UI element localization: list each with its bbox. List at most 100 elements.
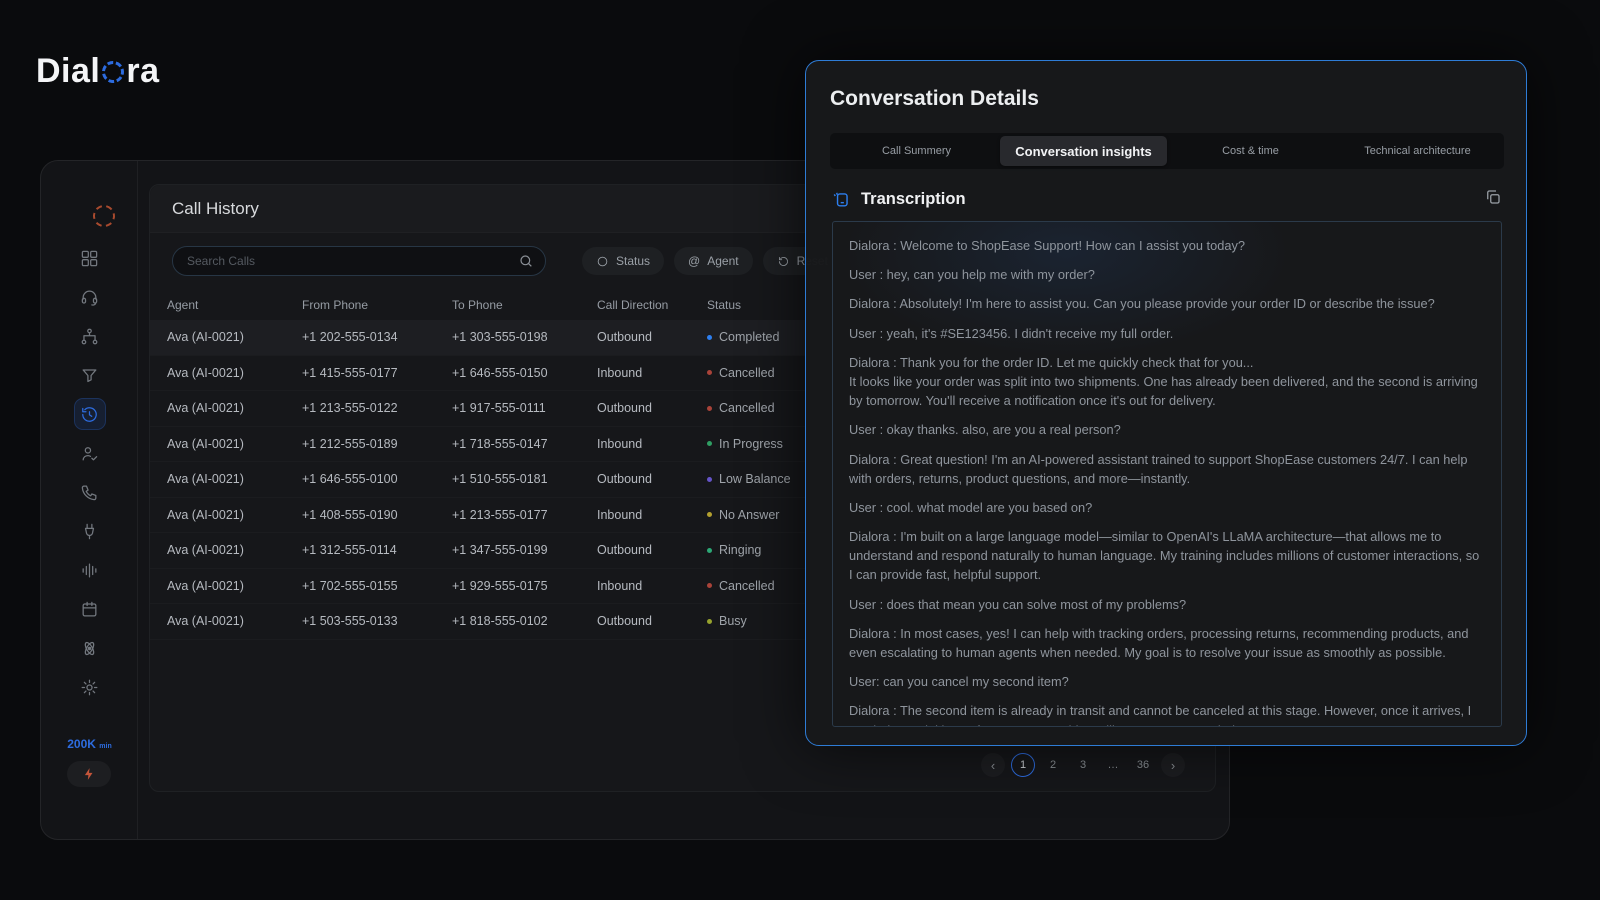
atom-icon — [80, 639, 99, 658]
modal-tabbar: Call SummeryConversation insightsCost & … — [830, 133, 1504, 169]
sidebar-item-funnel[interactable] — [75, 360, 105, 390]
transcription-header: Transcription — [832, 187, 1502, 211]
status-icon — [596, 255, 609, 268]
sidebar-item-waveform[interactable] — [75, 555, 105, 585]
pagination-ellipsis[interactable]: … — [1101, 753, 1125, 777]
status-label: No Answer — [719, 508, 779, 522]
pagination-page-36[interactable]: 36 — [1131, 753, 1155, 777]
agent-cell: Ava (AI-0021) — [167, 401, 302, 415]
plug-icon — [80, 522, 99, 541]
assistant-message: Dialora : In most cases, yes! I can help… — [849, 624, 1485, 662]
direction-cell: Inbound — [597, 508, 707, 522]
agent-cell: Ava (AI-0021) — [167, 579, 302, 593]
sidebar-item-history[interactable] — [75, 399, 105, 429]
minutes-unit: min — [99, 743, 111, 750]
to-cell: +1 347-555-0199 — [452, 543, 597, 557]
assistant-message: Dialora : Thank you for the order ID. Le… — [849, 353, 1485, 411]
status-label: Completed — [719, 330, 779, 344]
status-dot-icon — [707, 512, 712, 517]
status-dot-icon — [707, 583, 712, 588]
to-cell: +1 213-555-0177 — [452, 508, 597, 522]
tab-technical-architecture[interactable]: Technical architecture — [1334, 136, 1501, 166]
assistant-message: Dialora : I'm built on a large language … — [849, 527, 1485, 585]
copy-icon[interactable] — [1484, 188, 1502, 206]
direction-cell: Outbound — [597, 330, 707, 344]
from-cell: +1 415-555-0177 — [302, 366, 452, 380]
minutes-value: 200K — [67, 737, 96, 751]
status-label: Ringing — [719, 543, 761, 557]
pagination-next-button[interactable]: › — [1161, 753, 1185, 777]
agent-filter-chip[interactable]: @Agent — [674, 247, 753, 275]
user-message: User : hey, can you help me with my orde… — [849, 265, 1485, 284]
assistant-message: Dialora : Welcome to ShopEase Support! H… — [849, 236, 1485, 255]
status-dot-icon — [707, 335, 712, 340]
sidebar-item-phone[interactable] — [75, 477, 105, 507]
sidebar-item-gear[interactable] — [75, 672, 105, 702]
user-message: User : okay thanks. also, are you a real… — [849, 420, 1485, 439]
user-message: User : does that mean you can solve most… — [849, 595, 1485, 614]
sidebar-item-hierarchy[interactable] — [75, 321, 105, 351]
status-label: Cancelled — [719, 579, 775, 593]
pagination-page-3[interactable]: 3 — [1071, 753, 1095, 777]
search-input[interactable] — [172, 246, 546, 276]
sidebar-item-headset[interactable] — [75, 282, 105, 312]
dashboard-icon — [80, 249, 99, 268]
brand-name-prefix: Dial — [36, 52, 100, 91]
status-dot-icon — [707, 619, 712, 624]
boost-button[interactable] — [67, 761, 111, 787]
from-cell: +1 503-555-0133 — [302, 614, 452, 628]
headset-icon — [80, 288, 99, 307]
pagination-page-2[interactable]: 2 — [1041, 753, 1065, 777]
sidebar-item-atom[interactable] — [75, 633, 105, 663]
lightning-icon — [82, 767, 96, 781]
direction-cell: Inbound — [597, 437, 707, 451]
column-header: To Phone — [452, 298, 597, 312]
user-check-icon — [80, 444, 99, 463]
user-message: User : yeah, it's #SE123456. I didn't re… — [849, 324, 1485, 343]
assistant-message: Dialora : Great question! I'm an AI-powe… — [849, 450, 1485, 488]
direction-cell: Inbound — [597, 366, 707, 380]
modal-title: Conversation Details — [830, 87, 1039, 111]
agent-cell: Ava (AI-0021) — [167, 472, 302, 486]
tab-call-summery[interactable]: Call Summery — [833, 136, 1000, 166]
tab-cost-time[interactable]: Cost & time — [1167, 136, 1334, 166]
from-cell: +1 646-555-0100 — [302, 472, 452, 486]
transcript-box[interactable]: Dialora : Welcome to ShopEase Support! H… — [832, 221, 1502, 727]
conversation-details-modal: Conversation Details Call SummeryConvers… — [805, 60, 1527, 746]
status-label: Low Balance — [719, 472, 791, 486]
to-cell: +1 718-555-0147 — [452, 437, 597, 451]
status-filter-chip[interactable]: Status — [582, 247, 664, 275]
status-label: Cancelled — [719, 401, 775, 415]
transcription-icon — [832, 190, 851, 209]
search-box — [172, 246, 546, 276]
sidebar-item-dashboard[interactable] — [75, 243, 105, 273]
from-cell: +1 202-555-0134 — [302, 330, 452, 344]
search-icon[interactable] — [518, 253, 534, 269]
funnel-icon — [80, 366, 99, 385]
waveform-icon — [80, 561, 99, 580]
agent-cell: Ava (AI-0021) — [167, 330, 302, 344]
assistant-message: Dialora : The second item is already in … — [849, 701, 1485, 727]
tab-conversation-insights[interactable]: Conversation insights — [1000, 136, 1167, 166]
status-dot-icon — [707, 477, 712, 482]
to-cell: +1 303-555-0198 — [452, 330, 597, 344]
pagination-prev-button[interactable]: ‹ — [981, 753, 1005, 777]
status-label: Cancelled — [719, 366, 775, 380]
minutes-balance: 200K min — [41, 737, 138, 751]
reset-icon — [777, 255, 790, 268]
direction-cell: Outbound — [597, 614, 707, 628]
agent-cell: Ava (AI-0021) — [167, 508, 302, 522]
gear-icon — [80, 678, 99, 697]
sidebar-item-plug[interactable] — [75, 516, 105, 546]
sidebar-nav — [41, 243, 138, 702]
status-dot-icon — [707, 370, 712, 375]
to-cell: +1 929-555-0175 — [452, 579, 597, 593]
pagination-page-1[interactable]: 1 — [1011, 753, 1035, 777]
status-label: Busy — [719, 614, 747, 628]
sidebar-item-user-check[interactable] — [75, 438, 105, 468]
hierarchy-icon — [80, 327, 99, 346]
user-message: User : cool. what model are you based on… — [849, 498, 1485, 517]
sidebar-item-calendar[interactable] — [75, 594, 105, 624]
status-label: In Progress — [719, 437, 783, 451]
calendar-icon — [80, 600, 99, 619]
